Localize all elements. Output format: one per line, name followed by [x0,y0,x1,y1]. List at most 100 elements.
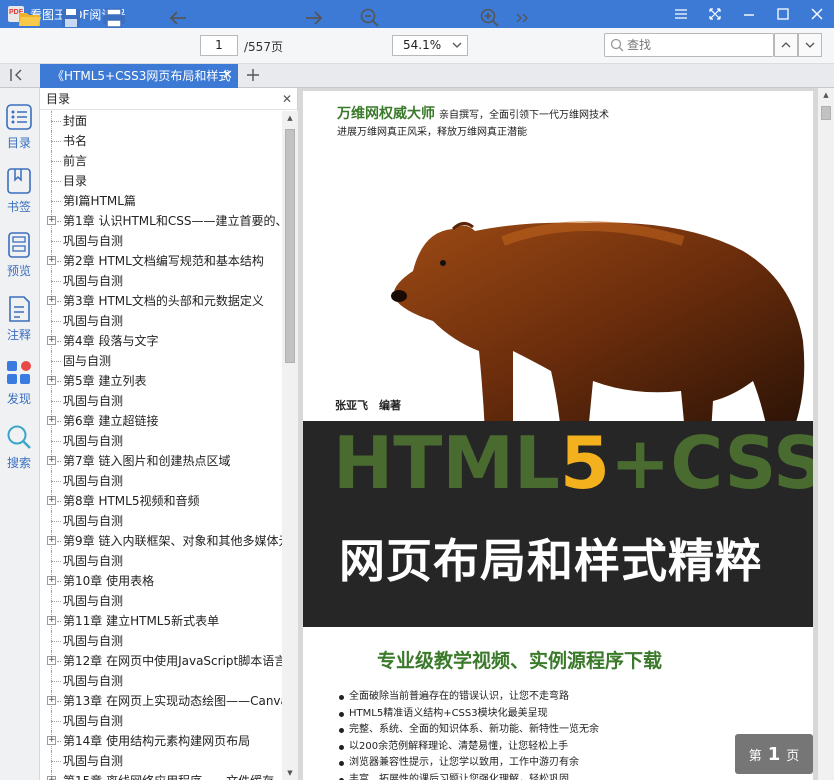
toc-item[interactable]: + 第13章 在网页上实现动态绘图——Canva [40,691,282,711]
expand-icon[interactable]: + [47,336,56,345]
rail-item-annotations[interactable]: 注释 [0,280,38,342]
new-tab-icon[interactable] [246,64,260,88]
toc-item[interactable]: 巩固与自测 [40,631,282,651]
expand-icon[interactable]: + [47,496,56,505]
toc-item-label: 第2章 HTML文档编写规范和基本结构 [63,254,264,268]
toc-item[interactable]: 前言 [40,151,282,171]
toc-item[interactable]: + 第9章 链入内联框架、对象和其他多媒体元 [40,531,282,551]
toc-item[interactable]: + 第7章 链入图片和创建热点区域 [40,451,282,471]
toc-item[interactable]: 第Ⅰ篇HTML篇 [40,191,282,211]
expand-icon[interactable]: + [47,696,56,705]
search-input[interactable] [627,36,767,54]
toc-item[interactable]: 巩固与自测 [40,471,282,491]
toc-item[interactable]: 巩固与自测 [40,311,282,331]
toc-item[interactable]: 巩固与自测 [40,711,282,731]
toc-item[interactable]: 封面 [40,111,282,131]
scroll-down-icon[interactable]: ▼ [282,766,298,780]
toc-item-label: 第3章 HTML文档的头部和元数据定义 [63,294,264,308]
tree-line [51,321,61,322]
tab-close-icon[interactable]: ✕ [222,64,233,88]
toc-item[interactable]: 目录 [40,171,282,191]
tree-line [51,441,61,442]
toc-item[interactable]: 巩固与自测 [40,591,282,611]
tab-document[interactable]: 《HTML5+CSS3网页布局和样式 [40,64,238,88]
expand-icon[interactable]: + [47,536,56,545]
expand-icon[interactable]: + [47,576,56,585]
search-next-button[interactable] [798,33,822,57]
rail-item-discover[interactable]: 发现 [0,344,38,406]
expand-icon[interactable]: + [47,736,56,745]
expand-icon[interactable]: + [47,256,56,265]
expand-icon[interactable]: + [47,296,56,305]
collapse-sidebar-icon[interactable] [10,64,24,89]
page-number-input[interactable]: 1 [200,35,238,56]
discover-icon [7,361,31,384]
toc-item[interactable]: + 第12章 在网页中使用JavaScript脚本语言 [40,651,282,671]
toc-close-icon[interactable]: ✕ [282,88,292,110]
expand-icon[interactable]: + [47,416,56,425]
toc-item[interactable]: 固与自测 [40,351,282,371]
rail-item-preview[interactable]: 预览 [0,216,38,278]
tree-line [57,741,61,742]
toc-item[interactable]: + 第1章 认识HTML和CSS——建立首要的、 [40,211,282,231]
zoom-in-icon[interactable] [478,6,502,30]
close-window-icon[interactable] [800,0,834,28]
scroll-up-icon[interactable]: ▲ [818,88,834,102]
page-indicator-prefix: 第 [748,748,762,764]
toc-item[interactable]: 巩固与自测 [40,231,282,251]
expand-icon[interactable]: + [47,456,56,465]
save-icon[interactable] [58,6,84,30]
tree-line [51,161,61,162]
scroll-up-icon[interactable]: ▲ [282,111,298,125]
expand-icon[interactable]: + [47,376,56,385]
total-pages-label: /557页 [244,40,283,54]
toc-item[interactable]: 巩固与自测 [40,391,282,411]
document-view[interactable]: 万维网权威大师 亲自撰写，全面引领下一代万维网技术 进展万维网真正风采，释放万维… [298,88,834,780]
rail-item-toc[interactable]: 目录 [0,88,38,150]
tree-line [51,521,61,522]
toc-item[interactable]: 巩固与自测 [40,431,282,451]
toc-item[interactable]: + 第3章 HTML文档的头部和元数据定义 [40,291,282,311]
toc-item[interactable]: 巩固与自测 [40,271,282,291]
expand-icon[interactable]: + [47,776,56,780]
tree-line [51,681,61,682]
tree-line [51,721,61,722]
zoom-out-icon[interactable] [358,6,382,30]
document-scroll-thumb[interactable] [821,106,831,120]
toc-item[interactable]: 巩固与自测 [40,511,282,531]
print-icon[interactable] [100,6,128,30]
toc-item[interactable]: + 第4章 段落与文字 [40,331,282,351]
toc-item[interactable]: + 第10章 使用表格 [40,571,282,591]
toc-item[interactable]: + 第8章 HTML5视频和音频 [40,491,282,511]
menu-icon[interactable] [664,0,698,28]
toc-scrollbar[interactable]: ▲ ▼ [282,111,298,780]
rail-item-bookmarks[interactable]: 书签 [0,152,38,214]
toc-item[interactable]: + 第2章 HTML文档编写规范和基本结构 [40,251,282,271]
more-tools-icon[interactable] [512,6,532,30]
toc-item[interactable]: + 第5章 建立列表 [40,371,282,391]
toc-item[interactable]: + 第15章 离线网络应用程序——文件缓存 [40,771,282,780]
expand-icon[interactable]: + [47,656,56,665]
toc-item[interactable]: 巩固与自测 [40,751,282,771]
expand-icon[interactable]: + [47,216,56,225]
next-page-icon[interactable] [302,6,326,30]
minimize-icon[interactable] [732,0,766,28]
toc-item[interactable]: 巩固与自测 [40,551,282,571]
expand-icon[interactable]: + [47,616,56,625]
document-scrollbar[interactable]: ▲ [818,88,834,780]
previous-page-icon[interactable] [166,6,190,30]
toc-scroll-thumb[interactable] [285,129,295,363]
toc-item[interactable]: + 第6章 建立超链接 [40,411,282,431]
fullscreen-icon[interactable] [698,0,732,28]
search-previous-button[interactable] [774,33,798,57]
toc-item-label: 第12章 在网页中使用JavaScript脚本语言 [63,654,282,668]
maximize-icon[interactable] [766,0,800,28]
toc-item[interactable]: + 第11章 建立HTML5新式表单 [40,611,282,631]
toc-item[interactable]: + 第14章 使用结构元素构建网页布局 [40,731,282,751]
zoom-select[interactable]: 54.1% [392,35,468,56]
toc-item[interactable]: 书名 [40,131,282,151]
open-folder-icon[interactable] [16,6,44,30]
toc-item[interactable]: 巩固与自测 [40,671,282,691]
rail-item-search[interactable]: 搜索 [0,408,38,470]
toc-item-label: 巩固与自测 [63,594,124,608]
